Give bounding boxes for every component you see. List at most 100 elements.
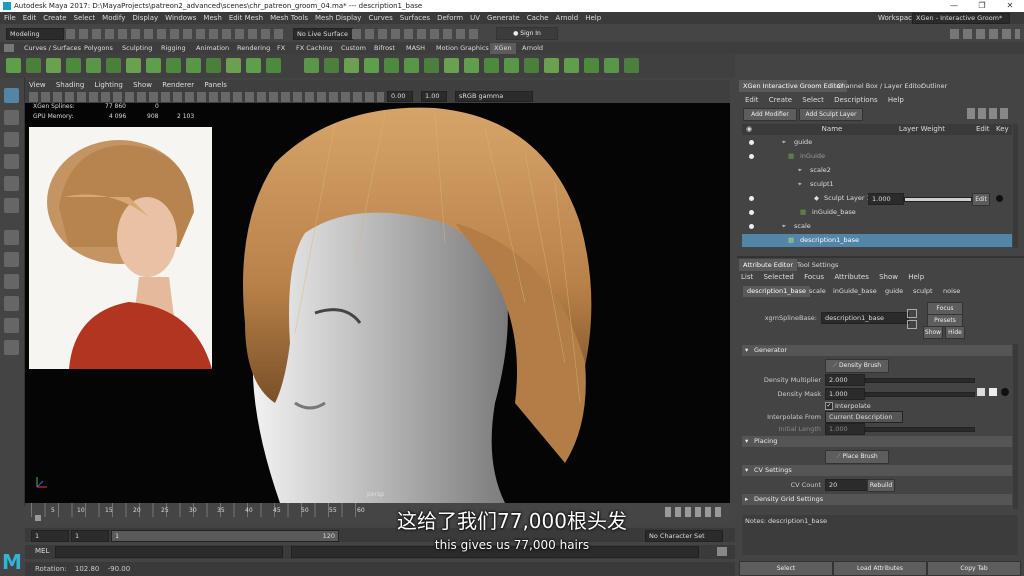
groom-brush-icon[interactable]: [86, 58, 101, 73]
layout-two-icon[interactable]: [4, 296, 19, 311]
select-button[interactable]: Select: [739, 561, 833, 576]
ae-menu-focus[interactable]: Focus: [804, 273, 824, 281]
tab-outliner[interactable]: Outliner: [917, 80, 951, 92]
grab-brush-icon[interactable]: [166, 58, 181, 73]
create-guides-icon[interactable]: [46, 58, 61, 73]
width-brush-icon[interactable]: [344, 58, 359, 73]
noise-brush-icon[interactable]: [246, 58, 261, 73]
ge-menu-edit[interactable]: Edit: [745, 96, 759, 104]
load-attributes-button[interactable]: Load Attributes: [833, 561, 927, 576]
shelf-tab-animation[interactable]: Animation: [192, 43, 233, 54]
node-name-field[interactable]: description1_base: [821, 312, 909, 324]
tree-row[interactable]: ⌖ scale2: [742, 164, 1012, 177]
interpolate-from-select[interactable]: Current Description: [825, 411, 903, 423]
tab-tool-settings[interactable]: Tool Settings: [793, 259, 842, 271]
sculpt-brush-icon[interactable]: [464, 58, 479, 73]
cv-count-field[interactable]: 20: [825, 479, 869, 491]
smooth-brush-icon[interactable]: [186, 58, 201, 73]
puff-brush-icon[interactable]: [424, 58, 439, 73]
cut-brush-icon[interactable]: [146, 58, 161, 73]
add-sculpt-layer-button[interactable]: Add Sculpt Layer: [799, 108, 863, 121]
viewport-persp[interactable]: XGen Splines: 77 860 0 GPU Memory: 4 096…: [25, 103, 730, 503]
length-brush-icon[interactable]: [126, 58, 141, 73]
menu-surfaces[interactable]: Surfaces: [400, 14, 430, 22]
node-tab-guide[interactable]: guide: [881, 286, 907, 297]
select-tool-icon[interactable]: [4, 88, 19, 103]
exposure-field[interactable]: 0.00: [387, 91, 413, 102]
close-button[interactable]: ✕: [996, 0, 1024, 12]
clump-brush-icon[interactable]: [226, 58, 241, 73]
section-placing[interactable]: ▾ Placing: [742, 436, 1012, 447]
edit-layer-button[interactable]: Edit: [972, 193, 990, 206]
shelf-tab-bifrost[interactable]: Bifrost: [370, 43, 399, 54]
gamma-field[interactable]: 1.00: [421, 91, 447, 102]
menu-help[interactable]: Help: [585, 14, 601, 22]
menu-generate[interactable]: Generate: [487, 14, 520, 22]
density-multiplier-field[interactable]: 2.000: [825, 374, 865, 386]
layer-weight-field[interactable]: 1.000: [868, 193, 904, 205]
shelf-tab-polygons[interactable]: Polygons: [80, 43, 117, 54]
tree-row[interactable]: ⌖ sculpt1: [742, 178, 1012, 191]
density-multiplier-slider[interactable]: [865, 378, 975, 383]
vp-menu-renderer[interactable]: Renderer: [162, 81, 194, 89]
shelf-tab-rigging[interactable]: Rigging: [157, 43, 190, 54]
tab-channel-box[interactable]: Channel Box / Layer Editor: [833, 80, 928, 92]
visibility-dot-icon[interactable]: [749, 224, 754, 229]
place-brush-button[interactable]: ⟋ Place Brush: [825, 450, 889, 464]
layout-outliner-icon[interactable]: [4, 318, 19, 333]
tree-row[interactable]: ⌖ guide: [742, 136, 1012, 149]
create-description-icon[interactable]: [26, 58, 41, 73]
node-tab-description1-base[interactable]: description1_base: [743, 286, 811, 297]
interpolate-checkbox[interactable]: ✓: [825, 402, 833, 410]
density-mask-slider[interactable]: [865, 392, 975, 397]
ge-menu-help[interactable]: Help: [888, 96, 904, 104]
menu-mesh-tools[interactable]: Mesh Tools: [270, 14, 308, 22]
ge-menu-create[interactable]: Create: [769, 96, 792, 104]
scale-tool-icon[interactable]: [4, 198, 19, 213]
cache-icon[interactable]: [624, 58, 639, 73]
color-space-select[interactable]: sRGB gamma: [455, 91, 533, 102]
live-surface-field[interactable]: No Live Surface: [293, 28, 353, 40]
ae-menu-selected[interactable]: Selected: [763, 273, 793, 281]
ae-menu-attributes[interactable]: Attributes: [834, 273, 869, 281]
shelf-tab-arnold[interactable]: Arnold: [518, 43, 547, 54]
shelf-tab-mash[interactable]: MASH: [402, 43, 429, 54]
guide-tool-icon[interactable]: [66, 58, 81, 73]
scale-brush-icon[interactable]: [584, 58, 599, 73]
twist-brush-icon[interactable]: [364, 58, 379, 73]
rebuild-button[interactable]: Rebuild: [867, 479, 895, 492]
menu-modify[interactable]: Modify: [102, 14, 125, 22]
density-brush-shelf-icon[interactable]: [304, 58, 319, 73]
shelf-tab-fx[interactable]: FX: [273, 43, 289, 54]
node-tab-inguide-base[interactable]: inGuide_base: [829, 286, 881, 297]
key-icon[interactable]: [996, 195, 1003, 202]
rotate-brush-icon[interactable]: [564, 58, 579, 73]
key-attr-icon[interactable]: [1001, 388, 1009, 396]
layer-weight-slider[interactable]: [904, 197, 972, 202]
initial-length-field[interactable]: 1.000: [825, 423, 865, 435]
vp-menu-shading[interactable]: Shading: [56, 81, 84, 89]
add-modifier-button[interactable]: Add Modifier: [743, 108, 797, 121]
visibility-dot-icon[interactable]: [749, 196, 754, 201]
attract-brush-icon[interactable]: [484, 58, 499, 73]
output-connection-icon[interactable]: [907, 320, 917, 329]
menu-deform[interactable]: Deform: [437, 14, 463, 22]
shelf-tab-custom[interactable]: Custom: [337, 43, 370, 54]
initial-length-slider[interactable]: [865, 427, 975, 432]
tree-row[interactable]: ▦ inGuide_base: [742, 206, 1012, 219]
move-tool-icon[interactable]: [4, 154, 19, 169]
shelf-tab-xgen[interactable]: XGen: [490, 43, 516, 54]
density-mask-field[interactable]: 1.000: [825, 388, 865, 400]
menu-curves[interactable]: Curves: [368, 14, 392, 22]
part-brush-icon[interactable]: [266, 58, 281, 73]
groom-editor-icons[interactable]: [967, 108, 1009, 119]
pinch-brush-icon[interactable]: [544, 58, 559, 73]
maximize-button[interactable]: ❐: [968, 0, 996, 12]
ge-menu-descriptions[interactable]: Descriptions: [834, 96, 878, 104]
menu-create[interactable]: Create: [43, 14, 66, 22]
tree-scrollbar[interactable]: [1013, 124, 1018, 248]
layout-graph-icon[interactable]: [4, 340, 19, 355]
shelf-tab-rendering[interactable]: Rendering: [233, 43, 274, 54]
panel-tool-icons[interactable]: [29, 92, 384, 102]
menu-set-select[interactable]: Modeling: [6, 28, 64, 40]
